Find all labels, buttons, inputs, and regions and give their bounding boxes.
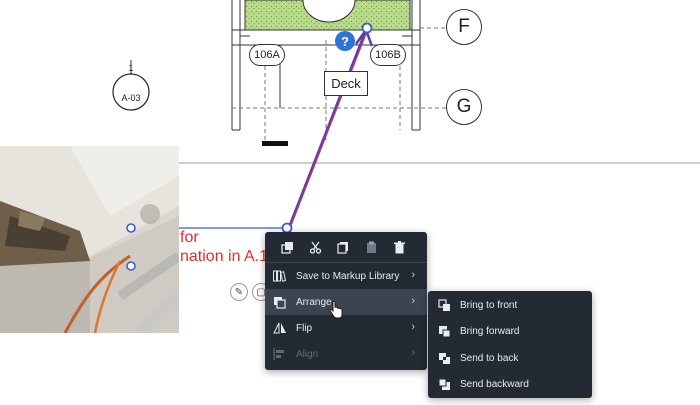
- room-tag-106a: 106A: [249, 44, 285, 66]
- submenu-item-send-to-back[interactable]: Send to back: [428, 345, 592, 372]
- chevron-right-icon: ›: [411, 269, 415, 281]
- chevron-right-icon: ›: [411, 295, 415, 307]
- library-icon: [273, 269, 293, 283]
- section-sheet: A-03: [121, 93, 141, 103]
- submenu-item-label: Send to back: [460, 352, 519, 364]
- grid-bubble-g: G: [446, 89, 482, 125]
- submenu-item-bring-forward[interactable]: Bring forward: [428, 319, 592, 346]
- menu-item-label: Save to Markup Library: [296, 270, 400, 282]
- submenu-item-bring-to-front[interactable]: Bring to front: [428, 292, 592, 319]
- context-menu: Save to Markup Library › Arrange › Flip …: [265, 232, 427, 370]
- submenu-item-label: Send backward: [460, 379, 529, 391]
- markup-arrow-shaft-red: [289, 33, 367, 229]
- markup-arrow-shaft: [287, 32, 367, 229]
- menu-item-label: Align: [296, 348, 319, 360]
- callout-text-line1[interactable]: for: [180, 228, 199, 247]
- help-icon[interactable]: ?: [335, 31, 355, 51]
- chevron-right-icon: ›: [411, 321, 415, 333]
- callout-handles: [126, 223, 136, 271]
- trash-icon[interactable]: [385, 235, 413, 259]
- arrange-icon: [273, 295, 293, 309]
- send-to-back-icon: [438, 351, 458, 365]
- arrange-submenu: Bring to front Bring forward Send to bac…: [428, 291, 592, 398]
- room-label-deck: Deck: [324, 71, 368, 96]
- section-marker: 1 A-03: [111, 63, 151, 112]
- cut-icon[interactable]: [301, 235, 329, 259]
- submenu-item-send-backward[interactable]: Send backward: [428, 372, 592, 399]
- bring-forward-icon: [438, 325, 458, 339]
- callout-text-line2[interactable]: nation in A.1: [180, 247, 268, 266]
- align-icon: [273, 347, 293, 361]
- hand-cursor-icon: [329, 301, 343, 319]
- paste-icon[interactable]: [357, 235, 385, 259]
- context-toolbar: [265, 232, 427, 262]
- menu-item-align: Align ›: [265, 341, 427, 367]
- menu-item-label: Flip: [296, 322, 313, 334]
- menu-item-label: Arrange: [296, 296, 332, 308]
- menu-item-save-to-library[interactable]: Save to Markup Library ›: [265, 263, 427, 289]
- menu-item-arrange[interactable]: Arrange ›: [265, 289, 427, 315]
- site-photo[interactable]: [0, 146, 179, 333]
- send-backward-icon: [438, 378, 458, 392]
- wall-marker: [262, 141, 288, 146]
- flip-icon: [273, 321, 293, 335]
- grid-bubble-f: F: [446, 9, 482, 45]
- site-photo-image: [0, 146, 179, 333]
- copy-icon[interactable]: [329, 235, 357, 259]
- bring-front-icon[interactable]: [273, 235, 301, 259]
- selection-handle-end[interactable]: [361, 22, 373, 34]
- section-marker-circle: [112, 72, 150, 111]
- edit-pencil-icon[interactable]: ✎: [230, 283, 248, 301]
- submenu-item-label: Bring forward: [460, 326, 520, 338]
- room-tag-106b: 106B: [370, 44, 406, 66]
- bring-to-front-icon: [438, 298, 458, 312]
- menu-item-flip[interactable]: Flip ›: [265, 315, 427, 341]
- section-number: 1: [128, 63, 134, 73]
- chevron-right-icon: ›: [411, 347, 415, 359]
- submenu-item-label: Bring to front: [460, 299, 518, 311]
